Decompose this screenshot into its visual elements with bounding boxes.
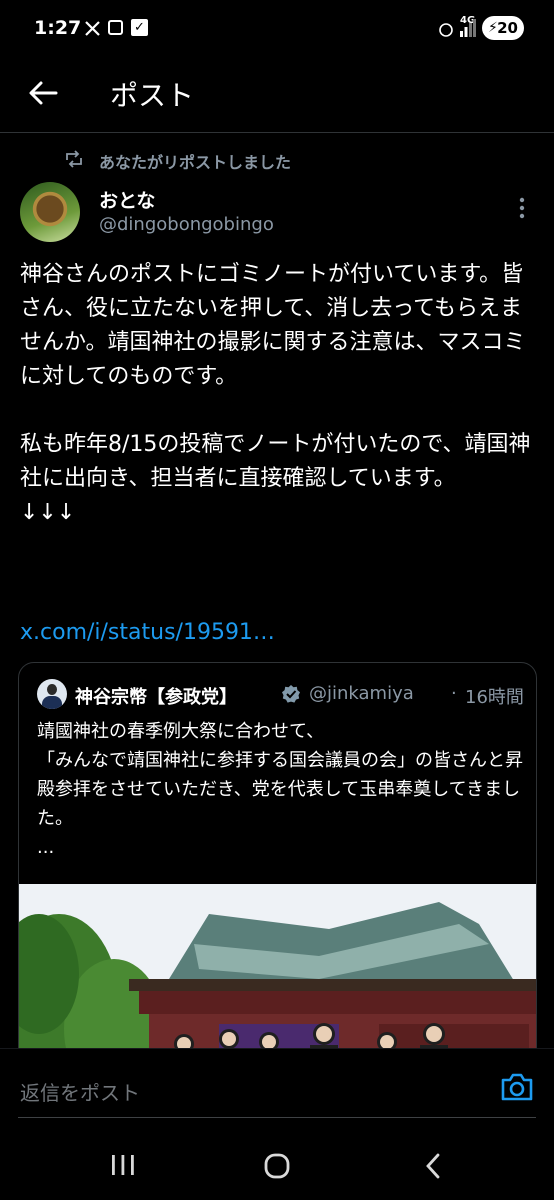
post-blank-line xyxy=(20,394,540,428)
top-app-bar: ポスト xyxy=(0,58,554,133)
page-title: ポスト xyxy=(110,79,195,112)
battery-level: 20 xyxy=(497,19,518,37)
back-icon[interactable] xyxy=(424,1152,442,1180)
screenshot-icon xyxy=(108,20,123,35)
quoted-body: 靖國神社の春季例大祭に合わせて、 「みんなで靖国神社に参拝する国会議員の会」の皆… xyxy=(37,717,527,862)
quoted-line: 「みんなで靖国神社に参拝する国会議員の会」の皆さんと昇殿参拝をさせていただき、党… xyxy=(37,750,523,829)
status-bar: 1:27 ✓ 4G ⚡ 20 xyxy=(0,0,554,58)
quoted-separator: · xyxy=(451,683,457,704)
quoted-line: 靖國神社の春季例大祭に合わせて、 xyxy=(37,721,325,742)
author-handle[interactable]: @dingobongobingo xyxy=(99,214,274,235)
post-link[interactable]: x.com/i/status/19591… xyxy=(20,620,275,645)
repost-label: あなたがリポストしました xyxy=(99,153,292,172)
repost-icon xyxy=(66,150,82,168)
post-body: 神谷さんのポストにゴミノートが付いています。皆さん、役に立たないを押して、消し去… xyxy=(20,258,540,530)
status-time: 1:27 xyxy=(34,17,82,39)
charging-icon: ⚡ xyxy=(488,20,498,36)
quoted-avatar xyxy=(37,679,67,709)
recent-apps-icon[interactable] xyxy=(110,1154,136,1176)
quoted-author-handle: @jinkamiya xyxy=(309,683,414,704)
arrow-left-icon[interactable] xyxy=(26,76,60,110)
author-name[interactable]: おとな xyxy=(99,186,155,213)
reply-input[interactable]: 返信をポスト xyxy=(20,1077,140,1106)
system-navigation-bar xyxy=(0,1136,554,1200)
reply-underline xyxy=(18,1117,536,1118)
more-options-icon[interactable] xyxy=(518,196,526,220)
x-logo-icon xyxy=(85,21,100,36)
quoted-post[interactable]: 神谷宗幣【参政党】 @jinkamiya · 16時間 靖國神社の春季例大祭に合… xyxy=(18,662,537,1084)
post-arrows: ↓↓↓ xyxy=(20,500,76,525)
quoted-timestamp: 16時間 xyxy=(465,687,524,708)
checkbox-icon: ✓ xyxy=(131,19,148,36)
signal-icon xyxy=(476,18,480,38)
post-paragraph: 神谷さんのポストにゴミノートが付いています。皆さん、役に立たないを押して、消し去… xyxy=(20,262,526,389)
post-paragraph: 私も昨年8/15の投稿でノートが付いたので、靖国神社に出向き、担当者に直接確認し… xyxy=(20,432,531,491)
signal-icon xyxy=(460,19,476,37)
home-icon[interactable] xyxy=(264,1153,290,1179)
quoted-author-name: 神谷宗幣【参政党】 xyxy=(75,687,237,708)
alarm-off-icon xyxy=(439,23,453,37)
quoted-ellipsis: ... xyxy=(37,837,55,858)
camera-icon[interactable] xyxy=(500,1072,534,1102)
battery-indicator: ⚡ 20 xyxy=(482,16,524,40)
verified-badge-icon xyxy=(282,685,300,703)
reply-bar: 返信をポスト xyxy=(0,1048,554,1137)
avatar[interactable] xyxy=(20,182,80,242)
